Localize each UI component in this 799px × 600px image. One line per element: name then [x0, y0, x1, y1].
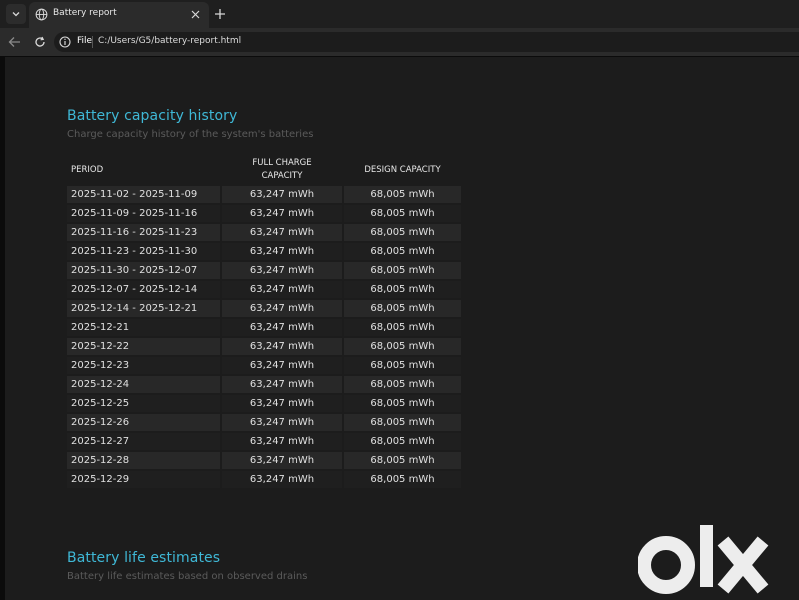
close-icon — [191, 10, 199, 18]
design-capacity-cell: 68,005 mWh — [344, 338, 461, 355]
design-capacity-cell: 68,005 mWh — [344, 300, 461, 317]
column-header-design: DESIGN CAPACITY — [364, 165, 441, 175]
design-capacity-cell: 68,005 mWh — [344, 243, 461, 260]
table-row: 2025-12-28 63,247 mWh 68,005 mWh — [67, 451, 461, 470]
column-header-full-charge-line1: FULL CHARGE — [252, 158, 312, 168]
capacity-history-title: Battery capacity history — [67, 108, 238, 124]
tab-battery-report[interactable]: Battery report — [29, 2, 209, 28]
period-cell: 2025-12-14 - 2025-12-21 — [67, 300, 220, 317]
period-cell: 2025-12-26 — [67, 414, 220, 431]
life-estimates-title: Battery life estimates — [67, 550, 221, 566]
design-capacity-cell: 68,005 mWh — [344, 414, 461, 431]
column-header-full-charge: FULL CHARGE CAPACITY — [222, 157, 342, 183]
tab-search-button[interactable] — [6, 4, 26, 24]
new-tab-button[interactable] — [211, 5, 229, 23]
browser-toolbar: File C:/Users/G5/battery-report.html — [0, 28, 799, 56]
period-cell: 2025-11-02 - 2025-11-09 — [67, 186, 220, 203]
full-charge-cell: 63,247 mWh — [222, 433, 342, 450]
period-cell: 2025-12-21 — [67, 319, 220, 336]
capacity-history-table: 2025-11-02 - 2025-11-09 63,247 mWh 68,005 … — [67, 185, 461, 489]
url-scheme-label: File — [77, 36, 93, 46]
column-header-full-charge-line2: CAPACITY — [261, 171, 303, 181]
table-row: 2025-12-26 63,247 mWh 68,005 mWh — [67, 413, 461, 432]
back-button[interactable] — [6, 34, 22, 50]
table-row: 2025-11-16 - 2025-11-23 63,247 mWh 68,005 … — [67, 223, 461, 242]
period-cell: 2025-11-16 - 2025-11-23 — [67, 224, 220, 241]
table-row: 2025-11-23 - 2025-11-30 63,247 mWh 68,005 … — [67, 242, 461, 261]
table-row: 2025-12-24 63,247 mWh 68,005 mWh — [67, 375, 461, 394]
info-icon[interactable] — [59, 36, 71, 48]
tab-strip: Battery report — [0, 0, 799, 28]
table-row: 2025-12-14 - 2025-12-21 63,247 mWh 68,005 … — [67, 299, 461, 318]
table-row: 2025-12-29 63,247 mWh 68,005 mWh — [67, 470, 461, 489]
period-cell: 2025-12-29 — [67, 471, 220, 488]
period-cell: 2025-11-30 - 2025-12-07 — [67, 262, 220, 279]
full-charge-cell: 63,247 mWh — [222, 281, 342, 298]
table-row: 2025-12-27 63,247 mWh 68,005 mWh — [67, 432, 461, 451]
design-capacity-cell: 68,005 mWh — [344, 205, 461, 222]
design-capacity-cell: 68,005 mWh — [344, 395, 461, 412]
reload-button[interactable] — [32, 34, 48, 50]
period-cell: 2025-12-07 - 2025-12-14 — [67, 281, 220, 298]
address-separator — [92, 36, 93, 48]
full-charge-cell: 63,247 mWh — [222, 262, 342, 279]
full-charge-cell: 63,247 mWh — [222, 414, 342, 431]
table-row: 2025-12-25 63,247 mWh 68,005 mWh — [67, 394, 461, 413]
capacity-history-subtitle: Charge capacity history of the system's … — [67, 129, 314, 140]
column-header-period: PERIOD — [71, 165, 104, 175]
table-row: 2025-11-09 - 2025-11-16 63,247 mWh 68,005 … — [67, 204, 461, 223]
design-capacity-cell: 68,005 mWh — [344, 319, 461, 336]
design-capacity-cell: 68,005 mWh — [344, 471, 461, 488]
design-capacity-cell: 68,005 mWh — [344, 357, 461, 374]
olx-watermark-logo — [638, 525, 769, 594]
period-cell: 2025-12-23 — [67, 357, 220, 374]
period-cell: 2025-11-23 - 2025-11-30 — [67, 243, 220, 260]
reload-icon — [35, 36, 45, 47]
full-charge-cell: 63,247 mWh — [222, 357, 342, 374]
full-charge-cell: 63,247 mWh — [222, 205, 342, 222]
design-capacity-cell: 68,005 mWh — [344, 433, 461, 450]
table-row: 2025-12-23 63,247 mWh 68,005 mWh — [67, 356, 461, 375]
period-cell: 2025-12-28 — [67, 452, 220, 469]
full-charge-cell: 63,247 mWh — [222, 300, 342, 317]
full-charge-cell: 63,247 mWh — [222, 395, 342, 412]
plus-icon — [215, 9, 225, 19]
full-charge-cell: 63,247 mWh — [222, 338, 342, 355]
design-capacity-cell: 68,005 mWh — [344, 376, 461, 393]
table-row: 2025-12-22 63,247 mWh 68,005 mWh — [67, 337, 461, 356]
period-cell: 2025-12-22 — [67, 338, 220, 355]
full-charge-cell: 63,247 mWh — [222, 186, 342, 203]
chevron-down-icon — [12, 12, 20, 17]
arrow-left-icon — [8, 37, 20, 47]
table-row: 2025-11-30 - 2025-12-07 63,247 mWh 68,005 … — [67, 261, 461, 280]
design-capacity-cell: 68,005 mWh — [344, 186, 461, 203]
url-text[interactable]: C:/Users/G5/battery-report.html — [98, 36, 241, 46]
design-capacity-cell: 68,005 mWh — [344, 452, 461, 469]
close-tab-button[interactable] — [187, 6, 203, 22]
full-charge-cell: 63,247 mWh — [222, 471, 342, 488]
full-charge-cell: 63,247 mWh — [222, 319, 342, 336]
full-charge-cell: 63,247 mWh — [222, 452, 342, 469]
full-charge-cell: 63,247 mWh — [222, 376, 342, 393]
full-charge-cell: 63,247 mWh — [222, 224, 342, 241]
tab-title: Battery report — [53, 8, 117, 18]
globe-icon — [35, 8, 48, 21]
table-row: 2025-12-07 - 2025-12-14 63,247 mWh 68,005 … — [67, 280, 461, 299]
design-capacity-cell: 68,005 mWh — [344, 262, 461, 279]
table-row: 2025-11-02 - 2025-11-09 63,247 mWh 68,005 … — [67, 185, 461, 204]
period-cell: 2025-12-24 — [67, 376, 220, 393]
period-cell: 2025-12-25 — [67, 395, 220, 412]
design-capacity-cell: 68,005 mWh — [344, 281, 461, 298]
table-row: 2025-12-21 63,247 mWh 68,005 mWh — [67, 318, 461, 337]
address-bar[interactable]: File C:/Users/G5/battery-report.html — [54, 32, 799, 52]
period-cell: 2025-11-09 - 2025-11-16 — [67, 205, 220, 222]
period-cell: 2025-12-27 — [67, 433, 220, 450]
design-capacity-cell: 68,005 mWh — [344, 224, 461, 241]
life-estimates-subtitle: Battery life estimates based on observed… — [67, 571, 308, 582]
full-charge-cell: 63,247 mWh — [222, 243, 342, 260]
